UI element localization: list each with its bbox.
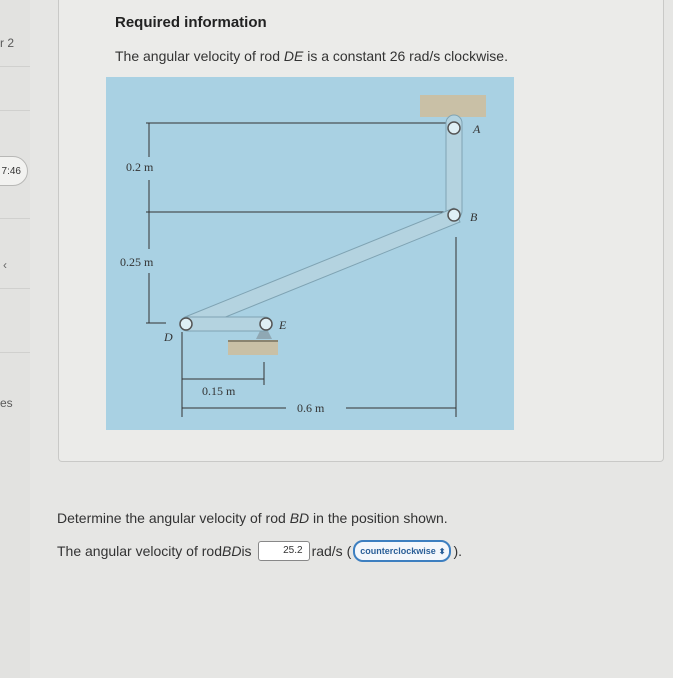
sidebar-divider <box>0 352 30 353</box>
angular-velocity-input[interactable]: 25.2 <box>257 541 310 561</box>
ceiling-support <box>420 95 486 117</box>
required-info-heading: Required information <box>115 14 267 31</box>
direction-select[interactable]: counterclockwise ⬍ <box>353 540 452 562</box>
pin-d <box>179 317 193 331</box>
chevron-left-icon[interactable]: ‹ <box>3 258 7 272</box>
label-d: D <box>163 330 173 344</box>
answer-close: ). <box>453 543 463 559</box>
ground-support <box>228 341 278 355</box>
label-dim-width: 0.6 m <box>297 401 325 415</box>
sidebar-divider <box>0 110 30 111</box>
direction-selected-value: counterclockwise <box>360 546 436 556</box>
pin-e <box>259 317 273 331</box>
problem-statement: The angular velocity of rod DE is a cons… <box>115 48 508 64</box>
left-sidebar: r 2 7:46 ‹ es <box>0 0 30 678</box>
answer-unit: rad/s ( <box>311 543 352 559</box>
question-suffix: in the position shown. <box>309 510 448 526</box>
rod-de <box>179 316 273 332</box>
sidebar-divider <box>0 218 30 219</box>
answer-row: The angular velocity of rod BD is 25.2 r… <box>57 540 462 562</box>
label-a: A <box>472 122 481 136</box>
pin-a <box>447 121 461 135</box>
mechanism-figure: A B D E 0.2 m 0.25 m 0.15 m 0.6 m <box>106 77 514 430</box>
label-dim-mid: 0.25 m <box>120 255 154 269</box>
statement-text: The angular velocity of rod <box>115 48 284 64</box>
sidebar-divider <box>0 288 30 289</box>
answer-is: is <box>241 543 252 559</box>
label-e: E <box>278 318 287 332</box>
answer-prefix: The angular velocity of rod <box>57 543 222 559</box>
timer-text: 7:46 <box>1 165 21 177</box>
question-prefix: Determine the angular velocity of rod <box>57 510 290 526</box>
timer-badge[interactable]: 7:46 <box>0 156 28 186</box>
mechanism-diagram: A B D E 0.2 m 0.25 m 0.15 m 0.6 m <box>120 95 486 417</box>
rod-bd <box>184 207 461 332</box>
label-b: B <box>470 210 478 224</box>
sidebar-label-top: r 2 <box>0 36 15 50</box>
label-dim-top: 0.2 m <box>126 160 154 174</box>
sidebar-label-bottom: es <box>0 396 13 410</box>
statement-rod: DE <box>283 48 304 64</box>
statement-text-end: is a constant 26 rad/s clockwise. <box>303 48 508 64</box>
pin-b <box>447 208 461 222</box>
question-rod: BD <box>289 510 310 526</box>
question-text: Determine the angular velocity of rod BD… <box>57 510 448 526</box>
select-caret-icon: ⬍ <box>438 546 446 556</box>
sidebar-divider <box>0 66 30 67</box>
answer-rod: BD <box>221 543 242 559</box>
label-dim-de: 0.15 m <box>202 384 236 398</box>
